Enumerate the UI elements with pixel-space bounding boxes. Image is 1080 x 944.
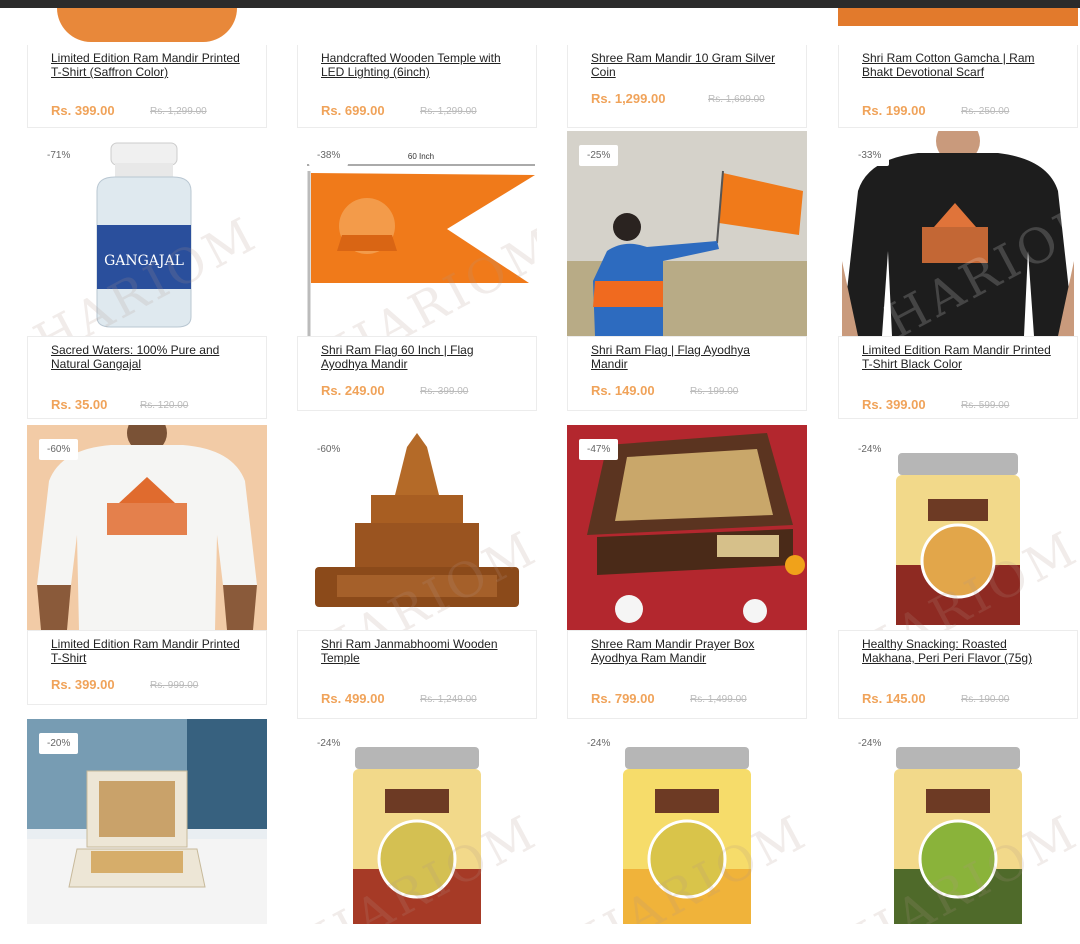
product-grid: Limited Edition Ram Mandir Printed T-Shi…	[0, 0, 1080, 944]
product-price: Rs. 699.00	[321, 103, 385, 118]
product-card[interactable]: HARIOM ORGANIC -24%	[297, 719, 537, 924]
product-old-price: Rs. 1,249.00	[420, 694, 477, 705]
product-price: Rs. 149.00	[591, 383, 655, 398]
discount-badge: -38%	[309, 145, 349, 166]
product-price: Rs. 199.00	[862, 103, 926, 118]
product-price: Rs. 399.00	[862, 397, 926, 412]
product-old-price: Rs. 120.00	[140, 400, 189, 411]
discount-badge: -60%	[309, 439, 349, 460]
discount-badge: -20%	[39, 733, 79, 754]
product-price: Rs. 145.00	[862, 691, 926, 706]
product-card[interactable]: Limited Edition Ram Mandir Printed T-Shi…	[27, 8, 267, 131]
discount-badge: -71%	[39, 145, 79, 166]
product-card[interactable]: Shri Ram Cotton Gamcha | Ram Bhakt Devot…	[838, 8, 1078, 131]
product-image[interactable]	[57, 8, 237, 42]
product-price: Rs. 499.00	[321, 691, 385, 706]
product-title[interactable]: Shree Ram Mandir 10 Gram Silver Coin	[591, 51, 786, 79]
product-image[interactable]	[838, 8, 1078, 26]
discount-badge: -33%	[850, 145, 890, 166]
product-title[interactable]: Limited Edition Ram Mandir Printed T-Shi…	[862, 343, 1057, 371]
product-card[interactable]: -25% Shri Ram Flag | Flag Ayodhya Mandir…	[567, 131, 807, 411]
product-old-price: Rs. 199.00	[690, 386, 739, 397]
discount-badge: -60%	[39, 439, 79, 460]
product-old-price: Rs. 1,299.00	[150, 106, 207, 117]
product-price: Rs. 35.00	[51, 397, 108, 412]
product-old-price: Rs. 1,499.00	[690, 694, 747, 705]
product-title[interactable]: Healthy Snacking: Roasted Makhana, Peri …	[862, 637, 1057, 665]
product-card[interactable]: HARIOM ORGANIC -33% Limited Edition Ram …	[838, 131, 1078, 421]
product-title[interactable]: Shri Ram Cotton Gamcha | Ram Bhakt Devot…	[862, 51, 1057, 79]
product-card[interactable]: HARIOM ORGANIC -24%	[567, 719, 807, 924]
product-price: Rs. 399.00	[51, 677, 115, 692]
product-old-price: Rs. 1,699.00	[708, 94, 765, 105]
discount-badge: -24%	[309, 733, 349, 754]
product-old-price: Rs. 1,299.00	[420, 106, 477, 117]
flag-size-label: 60 Inch	[408, 152, 434, 161]
product-card[interactable]: Handcrafted Wooden Temple with LED Light…	[297, 8, 537, 131]
product-title[interactable]: Shri Ram Flag 60 Inch | Flag Ayodhya Man…	[321, 343, 516, 371]
product-price: Rs. 399.00	[51, 103, 115, 118]
product-card[interactable]: HARIOM ORGANIC -24% Healthy Snacking: Ro…	[838, 425, 1078, 719]
product-old-price: Rs. 250.00	[961, 106, 1010, 117]
discount-badge: -47%	[579, 439, 619, 460]
product-title[interactable]: Limited Edition Ram Mandir Printed T-Shi…	[51, 637, 246, 665]
product-card[interactable]: HARIOM ORGANIC -60% Shri Ram Janmabhoomi…	[297, 425, 537, 719]
discount-badge: -24%	[579, 733, 619, 754]
product-title[interactable]: Sacred Waters: 100% Pure and Natural Gan…	[51, 343, 246, 371]
product-card[interactable]: HARIOM ORGANIC -24%	[838, 719, 1078, 924]
product-card[interactable]: Shree Ram Mandir 10 Gram Silver Coin Rs.…	[567, 8, 807, 131]
product-card[interactable]: -20%	[27, 719, 267, 924]
product-card[interactable]: HARIOM ORGANIC GANGAJAL -71% Sacred Wate…	[27, 131, 267, 421]
product-card[interactable]: -60% Limited Edition Ram Mandir Printed …	[27, 425, 267, 705]
product-price: Rs. 799.00	[591, 691, 655, 706]
product-card[interactable]: HARIOM ORGANIC 60 Inch -38% Shri Ram Fla…	[297, 131, 537, 411]
product-title[interactable]: Shree Ram Mandir Prayer Box Ayodhya Ram …	[591, 637, 786, 665]
product-title[interactable]: Limited Edition Ram Mandir Printed T-Shi…	[51, 51, 246, 79]
discount-badge: -24%	[850, 733, 890, 754]
product-price: Rs. 249.00	[321, 383, 385, 398]
product-title[interactable]: Handcrafted Wooden Temple with LED Light…	[321, 51, 516, 79]
product-old-price: Rs. 999.00	[150, 680, 199, 691]
product-old-price: Rs. 399.00	[420, 386, 469, 397]
product-price: Rs. 1,299.00	[591, 91, 666, 106]
discount-badge: -25%	[579, 145, 619, 166]
product-card[interactable]: -47% Shree Ram Mandir Prayer Box Ayodhya…	[567, 425, 807, 719]
product-title[interactable]: Shri Ram Flag | Flag Ayodhya Mandir	[591, 343, 786, 371]
product-old-price: Rs. 599.00	[961, 400, 1010, 411]
product-title[interactable]: Shri Ram Janmabhoomi Wooden Temple	[321, 637, 516, 665]
bottle-label: GANGAJAL	[104, 253, 184, 269]
product-old-price: Rs. 190.00	[961, 694, 1010, 705]
discount-badge: -24%	[850, 439, 890, 460]
